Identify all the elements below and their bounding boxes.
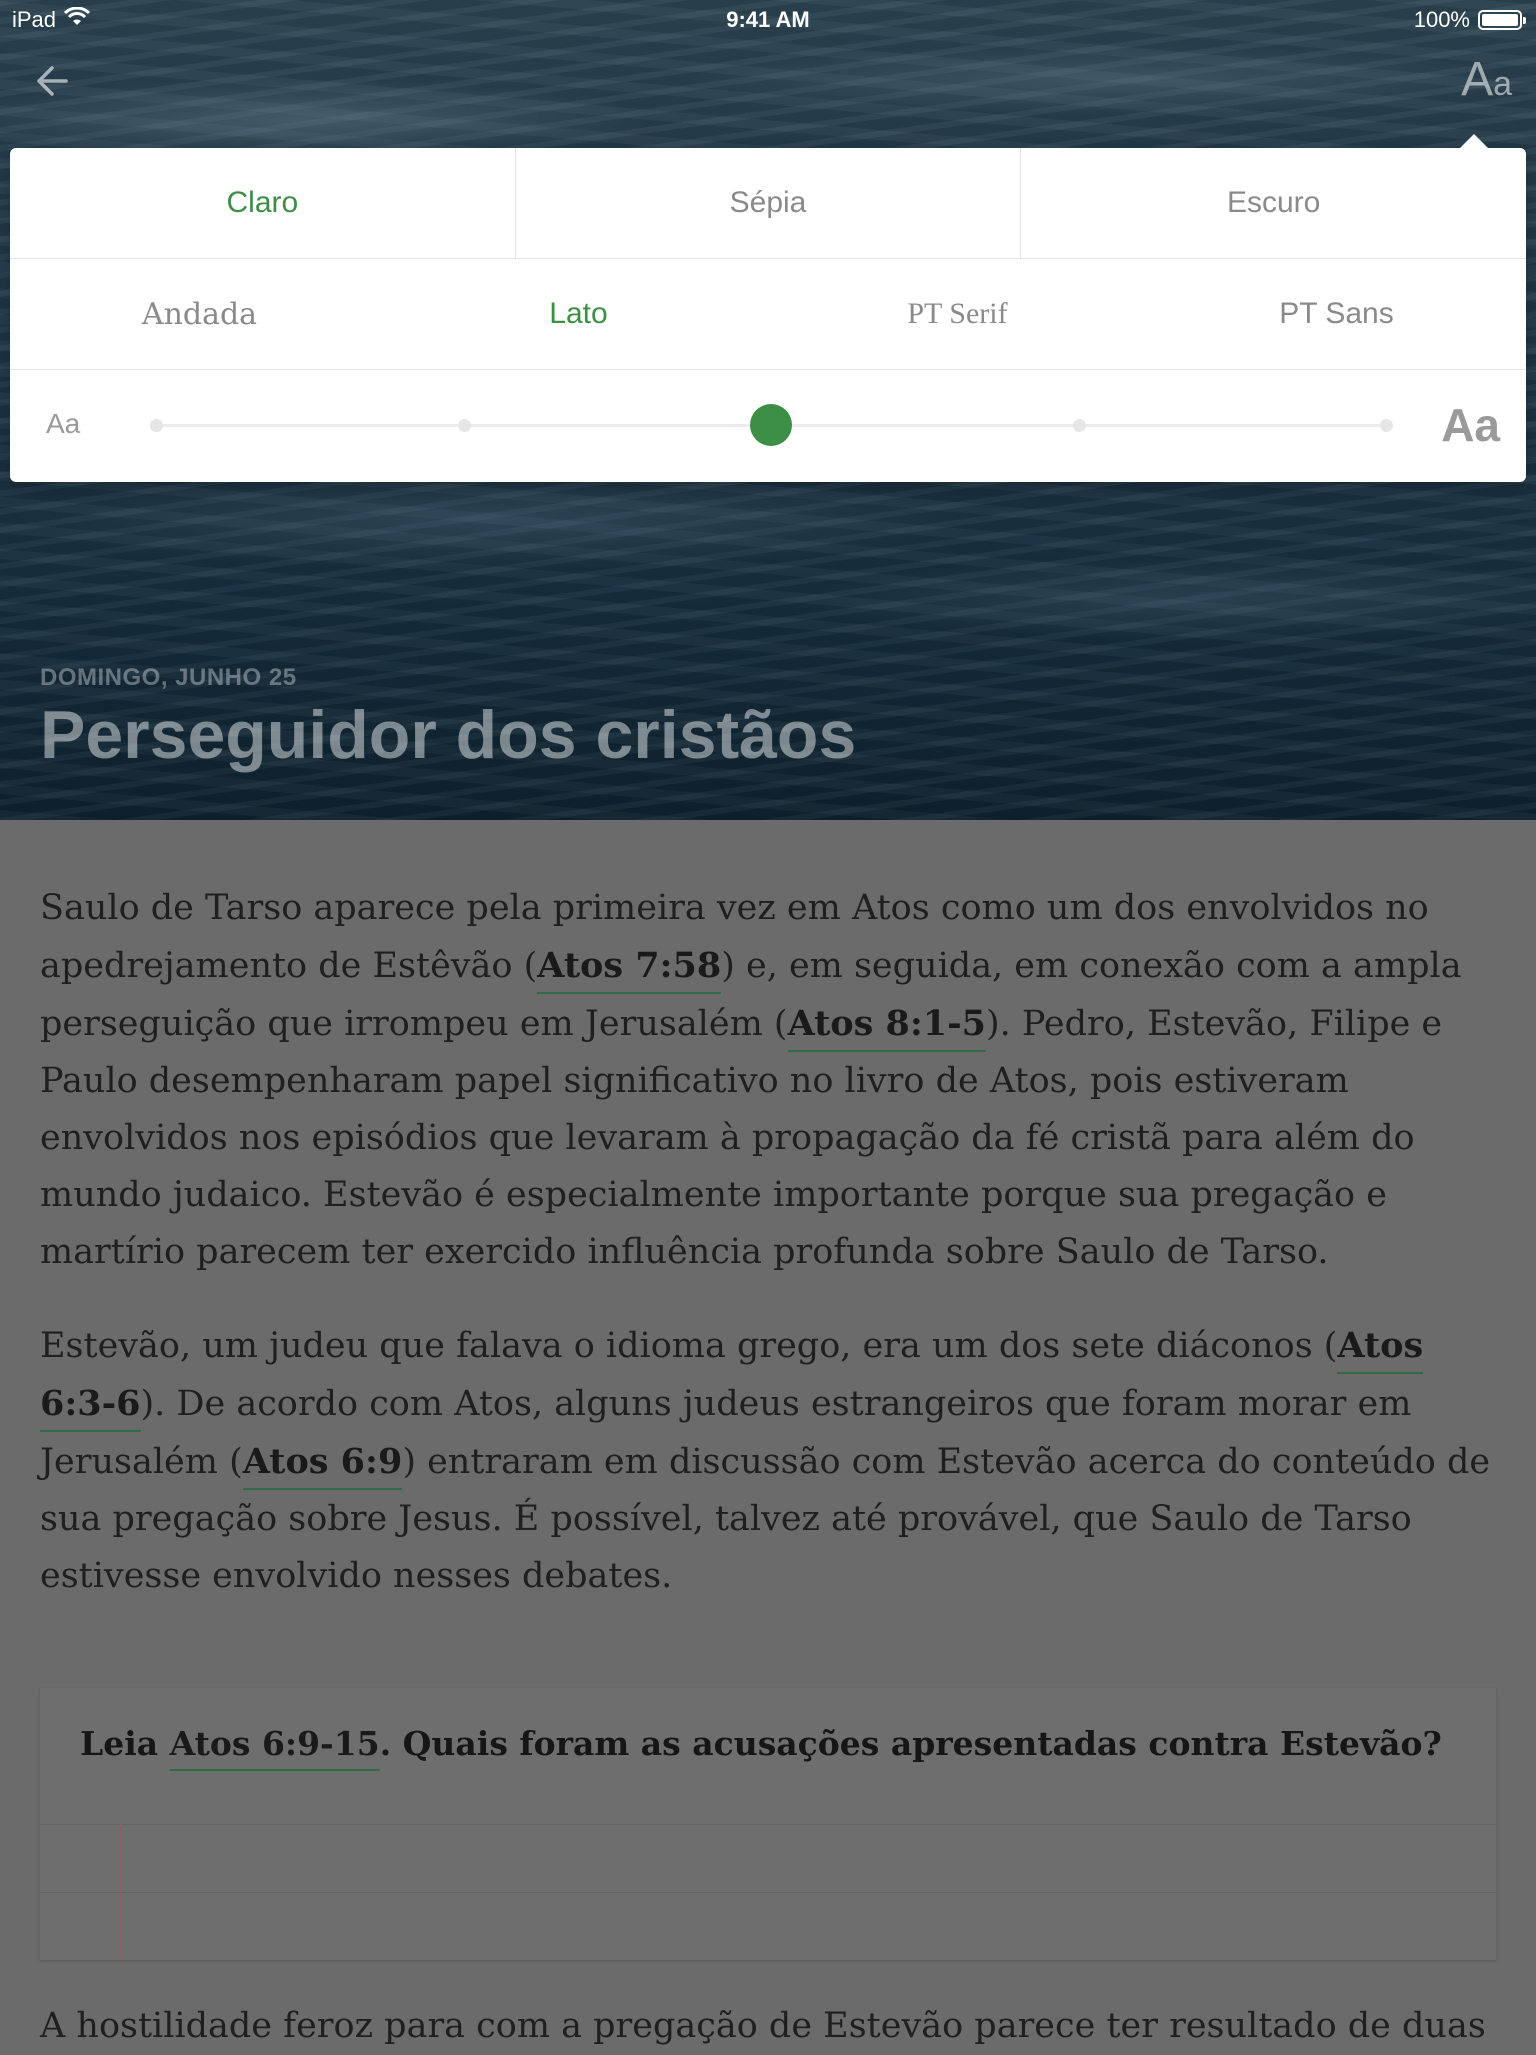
font-size-small-label: Aa xyxy=(46,408,81,439)
paragraph-text: ). Pedro, Estevão, Filipe e Paulo desemp… xyxy=(40,1004,1443,1272)
font-size-row: Aa Aa xyxy=(10,370,1526,482)
status-right: 100% xyxy=(1413,7,1526,33)
lesson-content: Saulo de Tarso aparece pela primeira vez… xyxy=(40,880,1500,1641)
question-suffix: . Quais foram as acusações apresentadas … xyxy=(379,1724,1442,1763)
question-text: Leia Atos 6:9-15. Quais foram as acusaçõ… xyxy=(80,1724,1442,1771)
bible-ref-link[interactable]: Atos 6:9 xyxy=(242,1441,403,1490)
font-size-slider-thumb[interactable] xyxy=(750,404,792,446)
status-bar: iPad 9:41 AM 100% xyxy=(0,0,1536,40)
battery-icon xyxy=(1478,10,1526,30)
bible-ref-link[interactable]: Atos 6:9-15 xyxy=(169,1724,380,1771)
question-prefix: Leia xyxy=(80,1724,170,1763)
bible-ref-link[interactable]: Atos 8:1-5 xyxy=(787,1003,987,1052)
font-lato[interactable]: Lato xyxy=(389,259,768,369)
answer-input[interactable] xyxy=(40,1824,1496,1960)
answer-line xyxy=(40,1824,1496,1825)
theme-claro[interactable]: Claro xyxy=(10,148,516,258)
status-time: 9:41 AM xyxy=(726,7,810,32)
paragraph-2: Estevão, um judeu que falava o idioma gr… xyxy=(40,1317,1500,1605)
paragraph-1: Saulo de Tarso aparece pela primeira vez… xyxy=(40,880,1500,1281)
back-button[interactable] xyxy=(30,56,80,106)
font-settings-button[interactable]: Aa xyxy=(1461,52,1512,107)
font-andada[interactable]: Andada xyxy=(10,259,389,369)
font-pt-sans[interactable]: PT Sans xyxy=(1147,259,1526,369)
font-settings-icon-big: A xyxy=(1461,53,1494,106)
popover-arrow xyxy=(1460,134,1488,148)
font-size-slider[interactable] xyxy=(150,404,1393,446)
question-box: Leia Atos 6:9-15. Quais foram as acusaçõ… xyxy=(40,1688,1496,1960)
font-size-slider-stop[interactable] xyxy=(1072,419,1086,432)
lesson-title: Perseguidor dos cristãos xyxy=(40,697,857,773)
paragraph-3: A hostilidade feroz para com a pregação … xyxy=(40,2006,1486,2046)
reader-settings-popover: Claro Sépia Escuro Andada Lato PT Serif … xyxy=(10,134,1526,482)
answer-margin-line xyxy=(120,1824,121,1960)
theme-selector: Claro Sépia Escuro xyxy=(10,148,1526,259)
font-size-slider-stop[interactable] xyxy=(1380,419,1393,432)
font-size-slider-stop[interactable] xyxy=(150,419,163,432)
font-size-slider-stop[interactable] xyxy=(457,419,471,432)
battery-percent: 100% xyxy=(1413,7,1470,32)
back-arrow-icon xyxy=(37,66,68,96)
lesson-date: DOMINGO, JUNHO 25 xyxy=(40,664,297,691)
answer-line xyxy=(40,1892,1496,1893)
bible-ref-link[interactable]: Atos 7:58 xyxy=(537,945,722,994)
font-selector: Andada Lato PT Serif PT Sans xyxy=(10,259,1526,370)
theme-escuro[interactable]: Escuro xyxy=(1021,148,1526,258)
font-settings-icon-small: a xyxy=(1493,65,1512,103)
font-pt-serif[interactable]: PT Serif xyxy=(768,259,1147,369)
theme-sepia[interactable]: Sépia xyxy=(516,148,1022,258)
paragraph-text: Estevão, um judeu que falava o idioma gr… xyxy=(40,1326,1338,1366)
font-size-large-label: Aa xyxy=(1441,399,1500,451)
